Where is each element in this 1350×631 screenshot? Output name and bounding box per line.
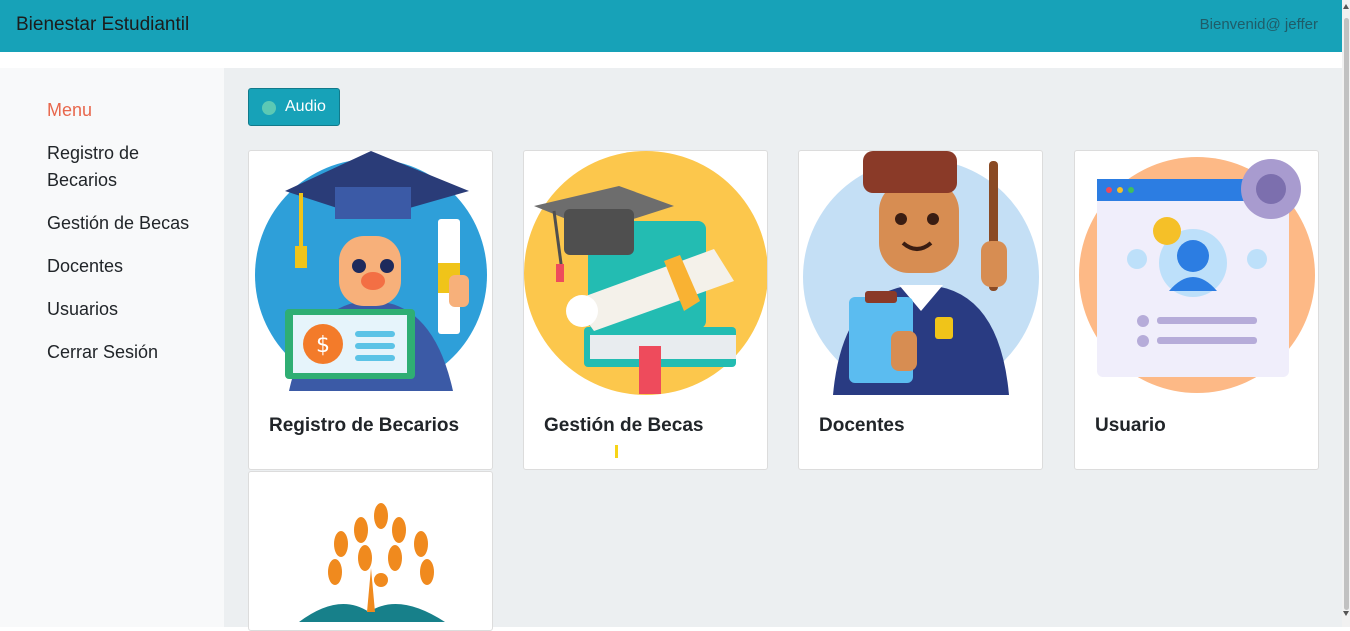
card-registro-becarios[interactable]: $ Registro de Becarios — [248, 150, 493, 470]
welcome-user-text: Bienvenid@ jeffer — [1199, 16, 1318, 33]
card-docentes[interactable]: Docentes — [798, 150, 1043, 470]
audio-button[interactable]: Audio — [248, 88, 340, 126]
card-gestion-becas[interactable]: Gestión de Becas — [523, 150, 768, 470]
speaker-icon — [262, 101, 276, 115]
card-title: Gestión de Becas — [544, 415, 704, 436]
sidebar-item-registro-becarios[interactable]: Registro de Becarios — [47, 140, 207, 194]
card-title: Docentes — [819, 415, 905, 436]
sidebar-menu-title: Menu — [47, 100, 93, 120]
teacher-icon — [803, 151, 1039, 395]
brand-title[interactable]: Bienestar Estudiantil — [16, 14, 189, 36]
sidebar-item-gestion-becas[interactable]: Gestión de Becas — [47, 210, 207, 237]
audio-button-label: Audio — [285, 98, 326, 115]
scholarship-books-icon — [524, 151, 767, 395]
scrollbar-thumb[interactable] — [1344, 18, 1349, 610]
card-title: Usuario — [1095, 415, 1166, 436]
card-logo[interactable] — [248, 471, 493, 631]
card-usuario[interactable]: Usuario — [1074, 150, 1319, 470]
user-profile-icon — [1079, 157, 1315, 393]
scroll-down-arrow-icon[interactable] — [1343, 611, 1349, 616]
card-title: Registro de Becarios — [269, 415, 460, 436]
sidebar-item-docentes[interactable]: Docentes — [47, 253, 207, 280]
svg-text:$: $ — [316, 333, 330, 358]
graduate-student-icon: $ — [255, 151, 487, 391]
sidebar-item-usuarios[interactable]: Usuarios — [47, 296, 207, 323]
tree-book-logo-icon — [299, 503, 445, 622]
loading-indicator — [615, 445, 618, 458]
top-navbar: Bienestar Estudiantil Bienvenid@ jeffer — [0, 0, 1342, 52]
scroll-up-arrow-icon[interactable] — [1343, 4, 1349, 9]
sidebar-item-cerrar-sesion[interactable]: Cerrar Sesión — [47, 339, 207, 366]
